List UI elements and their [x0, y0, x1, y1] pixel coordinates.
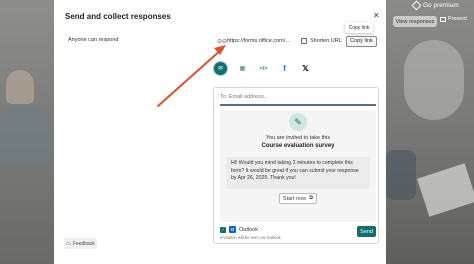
shorten-url-toggle[interactable]: Shorten URL — [300, 38, 342, 44]
qr-code-icon[interactable]: ▦ — [236, 62, 249, 75]
outlook-checkbox[interactable]: ✓ — [220, 226, 226, 233]
link-icon: ⊖⊖ — [217, 38, 228, 45]
view-responses-button[interactable]: View responses — [393, 16, 437, 27]
email-invite-card: To: Email address... ✎ You are invited t… — [213, 87, 379, 244]
share-options: ✉ ▦ </> f 𝕏 — [213, 61, 312, 76]
link-row: ⊖⊖ https://forms.office.com/Pag... Short… — [217, 34, 377, 48]
email-to-input[interactable]: To: Email address... — [220, 94, 268, 100]
facebook-icon[interactable]: f — [278, 62, 291, 75]
invitation-preview: ✎ You are invited to take this Course ev… — [220, 110, 376, 222]
outlook-note: Invitation will be sent via Outlook — [220, 235, 281, 240]
invitation-message[interactable]: Hi! Would you mind taking 2 minutes to c… — [226, 157, 370, 189]
dialog-title: Send and collect responses — [65, 12, 171, 21]
survey-title: Course evaluation survey — [261, 143, 335, 149]
present-icon — [440, 16, 446, 22]
copy-link-tooltip: Copy link — [345, 22, 373, 33]
x-icon[interactable]: 𝕏 — [299, 62, 312, 75]
email-icon[interactable]: ✉ — [213, 61, 228, 76]
outlook-option[interactable]: ✓ O Outlook — [220, 226, 258, 233]
send-button[interactable]: Send — [357, 226, 376, 237]
form-link-field[interactable]: https://forms.office.com/Pag... — [227, 38, 293, 44]
send-and-collect-dialog: Send and collect responses ✕ Copy link A… — [54, 0, 386, 264]
invitation-text: You are invited to take this — [265, 135, 331, 141]
present-button[interactable]: Present — [440, 16, 467, 22]
open-external-icon: ⧉ — [309, 195, 314, 201]
copy-link-button[interactable]: Copy link — [345, 35, 377, 47]
form-logo-icon: ✎ — [289, 113, 307, 131]
embed-icon[interactable]: </> — [257, 62, 270, 75]
background-right-panel — [386, 0, 474, 264]
shorten-url-checkbox[interactable] — [300, 38, 307, 44]
permission-dropdown[interactable]: Anyone can respond — [68, 37, 118, 43]
background-left-panel — [0, 0, 54, 264]
close-icon[interactable]: ✕ — [373, 11, 380, 20]
feedback-button[interactable]: ▭ Feedback — [64, 238, 97, 249]
outlook-icon: O — [229, 226, 236, 233]
go-premium-button[interactable]: Go premium — [411, 0, 459, 11]
input-underline — [220, 104, 376, 106]
start-now-button: Start now ⧉ — [279, 193, 317, 204]
diamond-icon — [411, 0, 422, 11]
feedback-icon: ▭ — [66, 240, 71, 247]
